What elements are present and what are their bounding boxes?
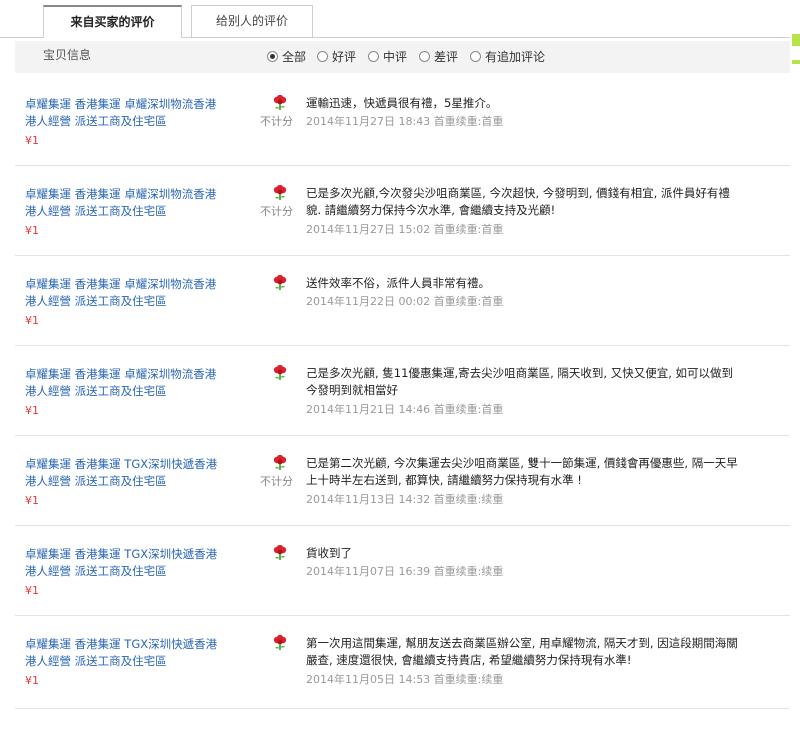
product-title-line: 港人經營 派送工商及住宅區: [25, 114, 167, 128]
review-text-line: 上十時半左右送到, 都算快, 請繼續努力保持現有水準 !: [306, 473, 582, 487]
review-text-line: 已是多次光顧,今次發尖沙咀商業區, 今次超快, 今發明到, 價錢有相宜, 派件員…: [306, 186, 730, 200]
product-title-line: 卓耀集運 香港集運 TGX深圳快遞香港: [25, 637, 218, 651]
review-content: 已是第二次光顧, 今次集運去尖沙咀商業區, 雙十一節集運, 價錢會再優惠些, 隔…: [306, 455, 756, 489]
product-title-line: 卓耀集運 香港集運 卓耀深圳物流香港: [25, 277, 217, 291]
review-content: 送件效率不俗，派件人員非常有禮。: [306, 275, 756, 292]
review-text-line: 嚴查, 速度還很快, 會繼續支持貴店, 希望繼續努力保持現有水準!: [306, 653, 632, 667]
review-text-line: 己是多次光顧, 隻11優惠集運,寄去尖沙咀商業區, 隔天收到, 又快又便宜, 如…: [306, 366, 734, 380]
radio-icon: [470, 50, 481, 62]
review-text-line: 貌. 請繼續努力保持今次水準, 會繼續支持及光顧!: [306, 203, 556, 217]
product-title-line: 卓耀集運 香港集運 卓耀深圳物流香港: [25, 367, 217, 381]
review-content: 第一次用這間集運, 幫朋友送去商業區辦公室, 用卓耀物流, 隔天才到, 因這段期…: [306, 635, 756, 669]
review-row: 卓耀集運 香港集運 TGX深圳快遞香港 港人經營 派送工商及住宅區 ¥1 第一次…: [15, 616, 790, 709]
radio-icon: [419, 50, 430, 62]
review-content: 運輸迅速，快遞員很有禮，5星推介。: [306, 95, 756, 112]
product-title-link[interactable]: 卓耀集運 香港集運 卓耀深圳物流香港 港人經營 派送工商及住宅區: [25, 276, 225, 310]
product-price: ¥1: [25, 224, 39, 237]
review-date: 2014年11月05日 14:53 首重续重:续重: [306, 673, 504, 686]
product-price: ¥1: [25, 314, 39, 327]
no-score-label: 不计分: [260, 475, 293, 488]
review-row: 卓耀集運 香港集運 卓耀深圳物流香港 港人經營 派送工商及住宅區 ¥1 不计分 …: [15, 166, 790, 256]
no-score-label: 不计分: [260, 115, 293, 128]
review-date: 2014年11月13日 14:32 首重续重:续重: [306, 493, 504, 506]
product-price: ¥1: [25, 404, 39, 417]
review-text-line: 第一次用這間集運, 幫朋友送去商業區辦公室, 用卓耀物流, 隔天才到, 因這段期…: [306, 636, 738, 650]
product-title-line: 卓耀集運 香港集運 卓耀深圳物流香港: [25, 187, 217, 201]
review-tabs: 来自买家的评价 给别人的评价: [0, 0, 800, 38]
flower-rating-icon: [273, 635, 287, 650]
review-row: 卓耀集運 香港集運 TGX深圳快遞香港 港人經營 派送工商及住宅區 ¥1 不计分…: [15, 436, 790, 526]
radio-selected-icon: [267, 50, 278, 62]
tab-given-reviews[interactable]: 给别人的评价: [191, 5, 313, 37]
review-date: 2014年11月22日 00:02 首重续重:首重: [306, 295, 504, 308]
radio-icon: [317, 50, 328, 62]
review-row: 卓耀集運 香港集運 卓耀深圳物流香港 港人經營 派送工商及住宅區 ¥1 送件效率…: [15, 256, 790, 346]
product-title-line: 港人經營 派送工商及住宅區: [25, 654, 167, 668]
review-text-line: 貨收到了: [306, 546, 352, 560]
flower-rating-icon: [273, 185, 287, 200]
product-price: ¥1: [25, 584, 39, 597]
filter-followup-radio[interactable]: 有追加评论: [470, 41, 545, 73]
product-price: ¥1: [25, 674, 39, 687]
product-title-link[interactable]: 卓耀集運 香港集運 卓耀深圳物流香港 港人經營 派送工商及住宅區: [25, 186, 225, 220]
filter-positive-radio[interactable]: 好评: [317, 41, 356, 73]
product-price: ¥1: [25, 134, 39, 147]
tab-received-reviews[interactable]: 来自买家的评价: [43, 5, 182, 38]
product-title-line: 卓耀集運 香港集運 TGX深圳快遞香港: [25, 547, 218, 561]
product-price: ¥1: [25, 494, 39, 507]
review-content: 已是多次光顧,今次發尖沙咀商業區, 今次超快, 今發明到, 價錢有相宜, 派件員…: [306, 185, 756, 219]
filter-negative-radio[interactable]: 差评: [419, 41, 458, 73]
side-marker-2: [792, 60, 800, 64]
product-title-link[interactable]: 卓耀集運 香港集運 卓耀深圳物流香港 港人經營 派送工商及住宅區: [25, 96, 225, 130]
filter-bar: 宝贝信息 全部 好评 中评 差评 有追加评论: [15, 41, 790, 73]
product-title-link[interactable]: 卓耀集運 香港集運 TGX深圳快遞香港 港人經營 派送工商及住宅區: [25, 636, 225, 670]
review-text-line: 運輸迅速，快遞員很有禮，5星推介。: [306, 96, 498, 110]
product-title-link[interactable]: 卓耀集運 香港集運 TGX深圳快遞香港 港人經營 派送工商及住宅區: [25, 456, 225, 490]
review-date: 2014年11月21日 14:46 首重续重:首重: [306, 403, 504, 416]
review-date: 2014年11月07日 16:39 首重续重:续重: [306, 565, 504, 578]
filter-all-radio[interactable]: 全部: [267, 41, 306, 73]
review-text-line: 送件效率不俗，派件人員非常有禮。: [306, 276, 490, 290]
review-date: 2014年11月27日 18:43 首重续重:首重: [306, 115, 504, 128]
flower-rating-icon: [273, 545, 287, 560]
product-title-line: 港人經營 派送工商及住宅區: [25, 474, 167, 488]
product-title-line: 港人經營 派送工商及住宅區: [25, 384, 167, 398]
flower-rating-icon: [273, 455, 287, 470]
product-title-line: 卓耀集運 香港集運 卓耀深圳物流香港: [25, 97, 217, 111]
flower-rating-icon: [273, 365, 287, 380]
product-title-link[interactable]: 卓耀集運 香港集運 卓耀深圳物流香港 港人經營 派送工商及住宅區: [25, 366, 225, 400]
review-text-line: 今發明到就相當好: [306, 383, 398, 397]
review-text-line: 已是第二次光顧, 今次集運去尖沙咀商業區, 雙十一節集運, 價錢會再優惠些, 隔…: [306, 456, 738, 470]
review-content: 己是多次光顧, 隻11優惠集運,寄去尖沙咀商業區, 隔天收到, 又快又便宜, 如…: [306, 365, 756, 399]
radio-icon: [368, 50, 379, 62]
product-title-line: 港人經營 派送工商及住宅區: [25, 204, 167, 218]
product-title-line: 港人經營 派送工商及住宅區: [25, 294, 167, 308]
product-title-line: 卓耀集運 香港集運 TGX深圳快遞香港: [25, 457, 218, 471]
review-row: 卓耀集運 香港集運 TGX深圳快遞香港 港人經營 派送工商及住宅區 ¥1 貨收到…: [15, 526, 790, 616]
product-title-line: 港人經營 派送工商及住宅區: [25, 564, 167, 578]
product-info-header: 宝贝信息: [43, 48, 92, 62]
no-score-label: 不计分: [260, 205, 293, 218]
side-marker: [792, 34, 800, 46]
filter-neutral-radio[interactable]: 中评: [368, 41, 407, 73]
review-content: 貨收到了: [306, 545, 756, 562]
review-date: 2014年11月27日 15:02 首重续重:首重: [306, 223, 504, 236]
flower-rating-icon: [273, 275, 287, 290]
review-row: 卓耀集運 香港集運 卓耀深圳物流香港 港人經營 派送工商及住宅區 ¥1 己是多次…: [15, 346, 790, 436]
flower-rating-icon: [273, 95, 287, 110]
product-title-link[interactable]: 卓耀集運 香港集運 TGX深圳快遞香港 港人經營 派送工商及住宅區: [25, 546, 225, 580]
review-row: 卓耀集運 香港集運 卓耀深圳物流香港 港人經營 派送工商及住宅區 ¥1 不计分 …: [15, 76, 790, 166]
